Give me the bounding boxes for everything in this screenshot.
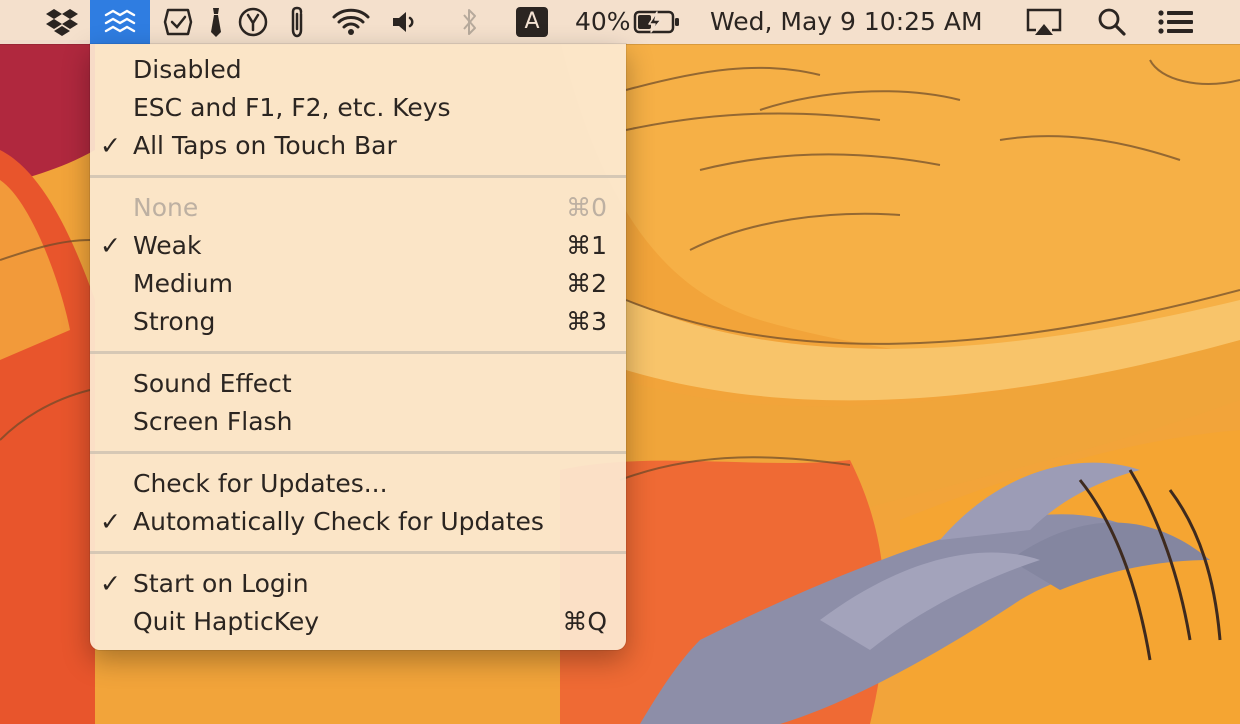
menu-item-label: Strong [133,307,216,336]
menu-separator [90,351,626,354]
menu-item-label: Automatically Check for Updates [133,507,544,536]
menu-item-shortcut: ⌘3 [566,307,607,336]
menu-item-label: Check for Updates... [133,469,388,498]
menu-item-shortcut: ⌘2 [566,269,607,298]
airplay-icon[interactable] [1024,0,1064,44]
menu-item-label: None [133,193,199,222]
menu-item-all-taps-on-touch-bar[interactable]: ✓ All Taps on Touch Bar [90,127,626,165]
battery-charging-icon[interactable] [632,0,682,44]
menu-item-shortcut: ⌘0 [566,193,607,222]
dropbox-icon[interactable] [42,0,82,44]
checkmark-icon: ✓ [100,231,121,260]
paperclip-icon[interactable] [284,0,310,44]
notification-center-icon[interactable] [1154,0,1198,44]
menu-item-label: Start on Login [133,569,309,598]
menu-item-sound-effect[interactable]: Sound Effect [90,365,626,403]
menu-item-label: Weak [133,231,202,260]
menubar-clock[interactable]: Wed, May 9 10:25 AM [710,0,983,44]
menu-item-label: Screen Flash [133,407,293,436]
tie-icon[interactable] [204,0,228,44]
task-check-icon[interactable] [160,0,196,44]
spotlight-search-icon[interactable] [1094,0,1130,44]
wifi-icon[interactable] [328,0,374,44]
y-circle-icon[interactable] [236,0,270,44]
haptickey-menu: Disabled ESC and F1, F2, etc. Keys ✓ All… [90,44,626,650]
menu-item-strong[interactable]: Strong ⌘3 [90,303,626,341]
menu-item-shortcut: ⌘1 [566,231,607,260]
menu-item-automatically-check-for-updates[interactable]: ✓ Automatically Check for Updates [90,503,626,541]
checkmark-icon: ✓ [100,569,121,598]
menu-item-label: ESC and F1, F2, etc. Keys [133,93,451,122]
menu-item-screen-flash[interactable]: Screen Flash [90,403,626,441]
menu-item-label: Medium [133,269,233,298]
menu-item-label: Disabled [133,55,242,84]
menu-separator [90,451,626,454]
checkmark-icon: ✓ [100,507,121,536]
menu-item-label: Sound Effect [133,369,292,398]
bluetooth-icon[interactable] [456,0,484,44]
menu-bar: A 40% Wed, May 9 10:25 AM [0,0,1240,44]
menu-item-label: All Taps on Touch Bar [133,131,397,160]
battery-percent[interactable]: 40% [575,0,631,44]
menu-item-disabled[interactable]: Disabled [90,51,626,89]
checkmark-icon: ✓ [100,131,121,160]
menu-item-start-on-login[interactable]: ✓ Start on Login [90,565,626,603]
haptickey-icon[interactable] [90,0,150,44]
volume-icon[interactable] [388,0,422,44]
menu-item-none: None ⌘0 [90,189,626,227]
menu-item-medium[interactable]: Medium ⌘2 [90,265,626,303]
menu-item-weak[interactable]: ✓ Weak ⌘1 [90,227,626,265]
menu-separator [90,175,626,178]
menu-item-esc-and-function-keys[interactable]: ESC and F1, F2, etc. Keys [90,89,626,127]
menu-item-quit-haptickey[interactable]: Quit HapticKey ⌘Q [90,603,626,641]
menu-separator [90,551,626,554]
input-source-indicator[interactable]: A [516,7,548,37]
menu-item-label: Quit HapticKey [133,607,320,636]
menu-item-check-for-updates[interactable]: Check for Updates... [90,465,626,503]
menu-item-shortcut: ⌘Q [562,607,607,636]
